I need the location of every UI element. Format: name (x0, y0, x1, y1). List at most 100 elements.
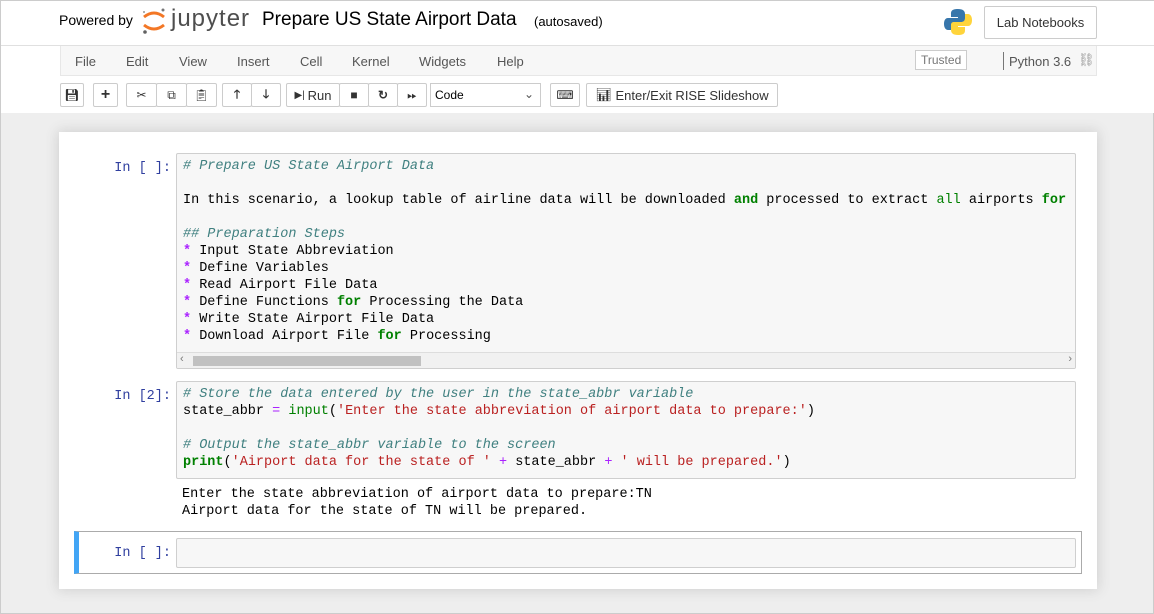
code-token: Input State Abbreviation (191, 244, 394, 259)
code-token: * (183, 295, 192, 310)
code-token: ) (806, 404, 815, 419)
code-token: ( (223, 455, 232, 470)
fast-forward-icon: ⏩︎ (407, 87, 417, 102)
scroll-left-icon[interactable]: ‹ (180, 353, 184, 365)
paste-button[interactable]: 📋︎ (186, 83, 217, 107)
code-line: # Output the state_abbr variable to the … (183, 437, 1069, 454)
restart-button[interactable]: ↻ (368, 83, 398, 107)
code-token: state_abbr (183, 404, 273, 419)
code-token: processed to extract (758, 193, 937, 208)
code-token: + (498, 455, 508, 470)
restart-run-all-button[interactable]: ⏩︎ (397, 83, 427, 107)
menu-cell[interactable]: Cell (300, 54, 322, 69)
cell-type-value: Code (435, 88, 464, 102)
code-line: # Prepare US State Airport Data (183, 158, 1069, 175)
keyboard-icon: ⌨ (556, 88, 574, 102)
code-token: Write State Airport File Data (191, 312, 435, 327)
code-token: input (288, 404, 329, 419)
move-down-button[interactable]: 🡓 (251, 83, 281, 107)
code-token: Read Airport File Data (191, 278, 378, 293)
code-token: ## Preparation Steps (183, 227, 346, 242)
code-token: * (183, 312, 192, 327)
interrupt-button[interactable]: ■ (339, 83, 369, 107)
menu-kernel[interactable]: Kernel (352, 54, 390, 69)
code-line: ## Preparation Steps (183, 226, 1069, 243)
kernel-divider (1003, 52, 1004, 70)
code-line: * Write State Airport File Data (183, 311, 1069, 328)
cell-prompt: In [ ]: (114, 546, 171, 561)
code-editor[interactable]: # Store the data entered by the user in … (177, 382, 1075, 475)
arrow-down-icon: 🡓 (262, 86, 270, 101)
code-line: # Store the data entered by the user in … (183, 386, 1069, 403)
cell-output: Enter the state abbreviation of airport … (182, 487, 652, 519)
code-token: all (936, 193, 961, 208)
code-line: state_abbr = input('Enter the state abbr… (183, 403, 1069, 420)
code-cell-input-empty[interactable] (176, 538, 1076, 568)
autosave-status: (autosaved) (534, 14, 603, 29)
arrow-up-icon: 🡑 (233, 86, 241, 101)
save-icon: 💾︎ (64, 88, 80, 102)
code-token: for (1041, 193, 1067, 208)
kernel-name[interactable]: Python 3.6 (1009, 54, 1071, 69)
code-line: * Read Airport File Data (183, 277, 1069, 294)
code-token: Define Variables (191, 261, 329, 276)
code-line: * Download Airport File for Processing (183, 328, 1069, 345)
notebook-title[interactable]: Prepare US State Airport Data (262, 9, 517, 31)
code-cell-input[interactable]: # Prepare US State Airport Data In this s… (176, 153, 1076, 369)
trusted-badge[interactable]: Trusted (915, 50, 968, 70)
code-token: ' will be prepared.' (620, 455, 783, 470)
scroll-right-icon[interactable]: › (1068, 353, 1072, 365)
refresh-icon: ↻ (377, 88, 389, 102)
command-palette-button[interactable]: ⌨ (550, 83, 580, 107)
cut-button[interactable]: ✂ (126, 83, 157, 107)
cell-type-select[interactable]: Code ⌄ (430, 83, 541, 107)
code-token: * (183, 244, 192, 259)
menu-file[interactable]: File (75, 54, 96, 69)
cell-prompt: In [2]: (114, 389, 171, 404)
horizontal-scrollbar[interactable]: ‹ › (177, 352, 1075, 368)
menu-help[interactable]: Help (497, 54, 524, 69)
code-token: 'Enter the state abbreviation of airport… (336, 404, 807, 419)
code-token: In this scenario, a lookup table of airl… (183, 193, 734, 208)
powered-by-label: Powered by (59, 12, 133, 28)
code-token: * (183, 278, 192, 293)
chevron-down-icon: ⌄ (523, 87, 534, 101)
notebook-panel: In [ ]: # Prepare US State Airport Data I… (59, 132, 1097, 589)
code-line: print('Airport data for the state of ' +… (183, 454, 1069, 471)
copy-button[interactable]: ⧉ (156, 83, 187, 107)
lab-notebooks-button[interactable]: Lab Notebooks (984, 6, 1097, 39)
jupyter-logo-icon[interactable] (140, 6, 168, 36)
menu-view[interactable]: View (179, 54, 207, 69)
code-token: Define Functions (191, 295, 337, 310)
code-token: Processing (401, 329, 491, 344)
run-label: Run (307, 87, 332, 103)
menu-insert[interactable]: Insert (237, 54, 270, 69)
menu-edit[interactable]: Edit (126, 54, 148, 69)
kernel-status-icon: ⛓ (1078, 52, 1095, 67)
insert-cell-button[interactable]: + (93, 83, 118, 107)
code-token: and (733, 193, 759, 208)
rise-label: Enter/Exit RISE Slideshow (615, 87, 769, 103)
scissors-icon: ✂ (136, 88, 147, 102)
code-token: ( (328, 404, 337, 419)
menubar: File Edit View Insert Cell Kernel Widget… (60, 46, 1097, 76)
menu-widgets[interactable]: Widgets (419, 54, 466, 69)
jupyter-logo-text[interactable]: jupyter (171, 5, 250, 33)
step-forward-icon: ▶| (294, 89, 308, 101)
code-line: * Define Variables (183, 260, 1069, 277)
stop-icon: ■ (350, 88, 358, 102)
scrollbar-thumb[interactable] (193, 356, 421, 366)
code-token: # Output the state_abbr variable to the … (183, 438, 556, 453)
rise-slideshow-button[interactable]: 📊︎ Enter/Exit RISE Slideshow (586, 83, 778, 107)
run-button[interactable]: ▶| Run (286, 83, 340, 107)
code-cell-input[interactable]: # Store the data entered by the user in … (176, 381, 1076, 479)
save-button[interactable]: 💾︎ (60, 83, 84, 107)
move-up-button[interactable]: 🡑 (222, 83, 252, 107)
code-editor[interactable]: # Prepare US State Airport Data In this s… (177, 154, 1075, 349)
code-token: print (183, 455, 224, 470)
bar-chart-icon: 📊︎ (595, 87, 616, 102)
